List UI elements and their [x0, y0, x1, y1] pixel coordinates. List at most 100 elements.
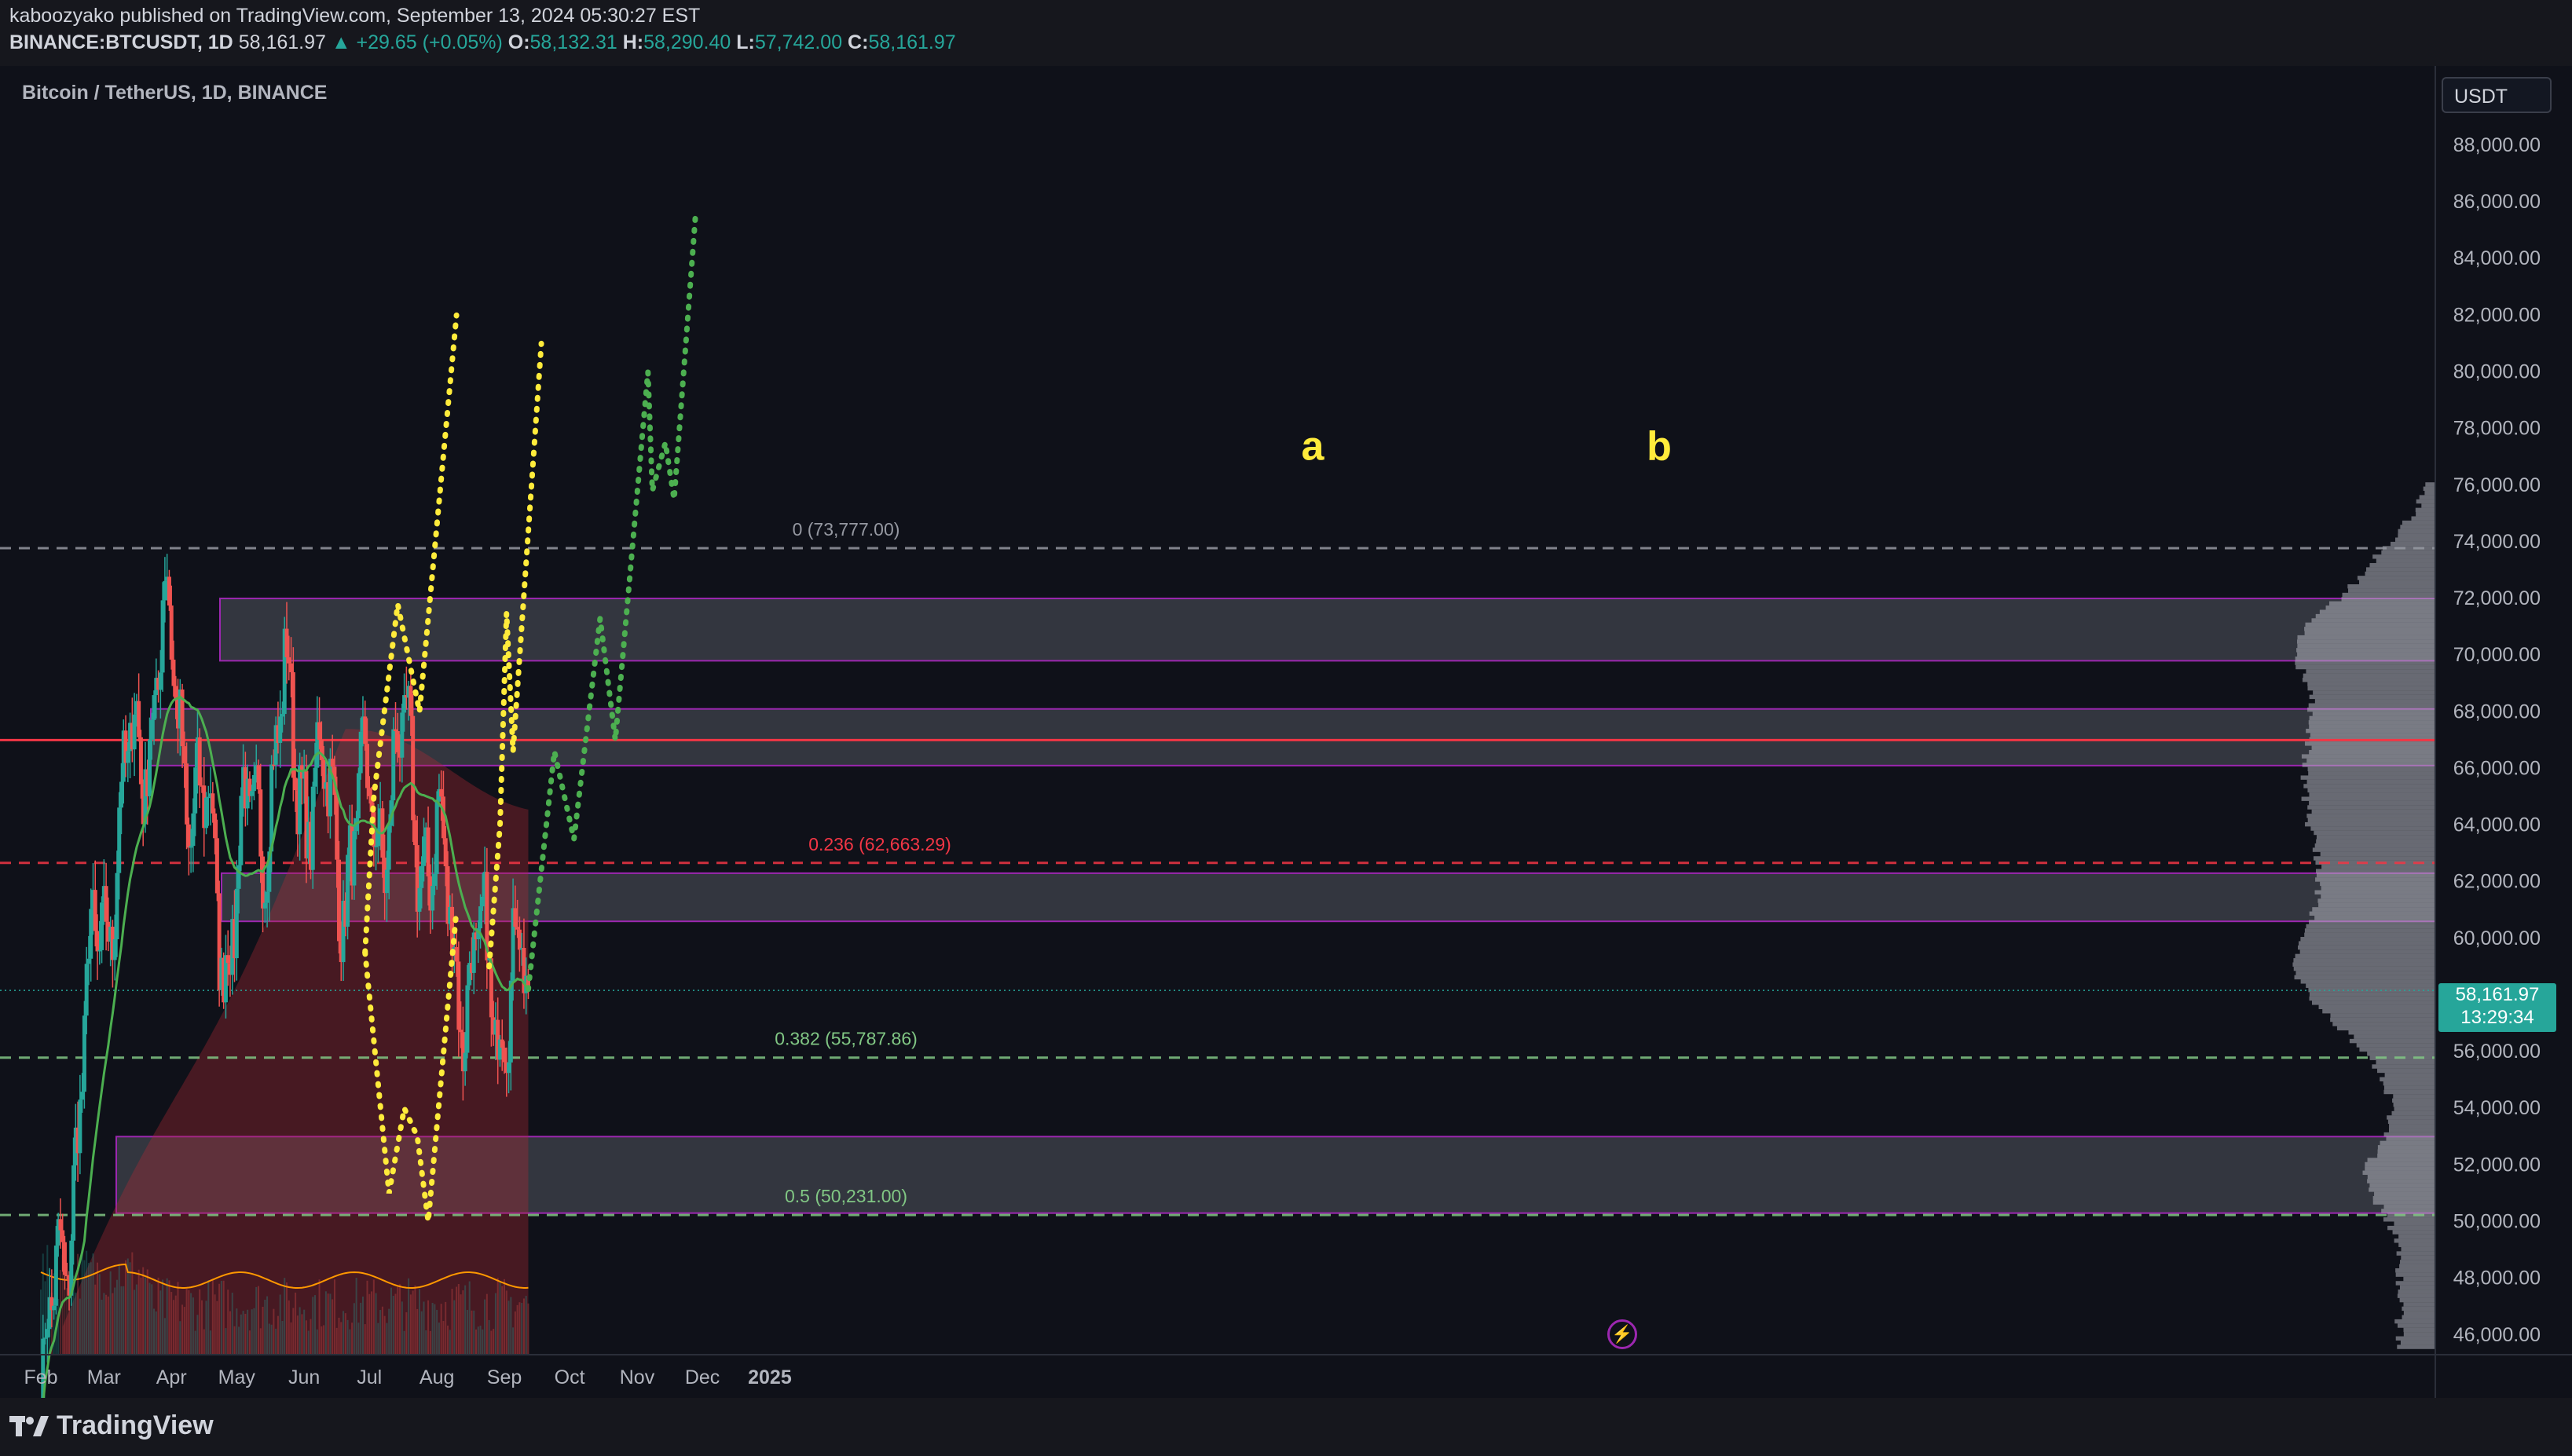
candle-body — [400, 712, 405, 758]
volume-bar — [323, 1325, 325, 1355]
volume-profile-bar — [2321, 886, 2435, 891]
volume-profile-bar — [2367, 1179, 2435, 1183]
price-tick-label: 66,000.00 — [2453, 757, 2541, 779]
candle-body — [256, 765, 261, 790]
candle-body — [89, 909, 93, 959]
candle-body — [391, 729, 396, 801]
last-price: 58,161.97 — [238, 31, 326, 53]
volume-bar — [496, 1278, 499, 1355]
volume-profile-bar — [2320, 851, 2435, 857]
volume-bar — [107, 1296, 109, 1355]
volume-bar — [196, 1315, 199, 1355]
fib-level-label: 0.382 (55,787.86) — [775, 1029, 918, 1049]
volume-profile-bar — [2403, 1311, 2435, 1315]
candle-body — [409, 686, 413, 716]
volume-profile-bar — [2367, 1158, 2435, 1162]
volume-bar — [329, 1293, 332, 1355]
volume-bar — [386, 1322, 388, 1355]
volume-profile-bar — [2394, 1221, 2435, 1226]
volume-bar — [321, 1326, 323, 1355]
candle-body — [358, 731, 363, 774]
price-tick-label: 52,000.00 — [2453, 1154, 2541, 1176]
volume-profile-bar — [2402, 1306, 2435, 1311]
volume-profile-bar — [2401, 1255, 2435, 1260]
volume-bar — [507, 1301, 510, 1355]
candle-body — [82, 1015, 86, 1092]
volume-profile-bar — [2311, 1001, 2435, 1005]
price-tick-label: 48,000.00 — [2453, 1268, 2541, 1290]
last-price-tag: 58,161.97 13:29:34 — [2438, 983, 2556, 1032]
fib-level-label: 0 (73,777.00) — [793, 519, 900, 540]
volume-profile-bar — [2416, 499, 2435, 504]
candle-body — [515, 927, 520, 930]
tradingview-logo[interactable]: TradingView — [9, 1410, 214, 1441]
volume-profile-bar — [2309, 920, 2435, 924]
candle-body — [508, 980, 513, 1063]
price-chart[interactable]: 0 (73,777.00) 0.236 (62,663.29) 0.382 (55,… — [0, 66, 2572, 1398]
candle-body — [402, 695, 407, 713]
candle-body — [384, 869, 389, 894]
time-tick-label: Mar — [87, 1366, 121, 1388]
volume-bar — [236, 1308, 238, 1355]
price-tick-label: 46,000.00 — [2453, 1324, 2541, 1346]
candle-body — [158, 672, 163, 690]
volume-bar — [79, 1298, 81, 1355]
candle-body — [84, 964, 89, 1016]
volume-profile-bar — [2372, 1196, 2435, 1201]
volume-profile-bar — [2403, 1332, 2435, 1337]
volume-profile-bar — [2377, 1145, 2435, 1150]
volume-profile-bar — [2296, 639, 2435, 644]
tradingview-logo-icon — [9, 1415, 49, 1436]
volume-bar — [101, 1299, 103, 1355]
lightning-icon[interactable]: ⚡ — [1607, 1319, 1637, 1349]
volume-profile-bar — [2307, 682, 2435, 686]
volume-bar — [372, 1279, 375, 1355]
candle-body — [463, 1052, 467, 1072]
candle-body — [189, 846, 193, 848]
volume-bar — [355, 1278, 357, 1355]
candle-body — [387, 825, 391, 870]
open-label: O: — [507, 31, 530, 53]
volume-bar — [218, 1283, 221, 1355]
volume-bar — [190, 1293, 192, 1355]
volume-bar — [131, 1252, 134, 1355]
volume-profile-bar — [2347, 584, 2435, 589]
volume-bar — [295, 1292, 297, 1355]
volume-bar — [137, 1269, 140, 1355]
volume-profile-bar — [2383, 1217, 2435, 1222]
candle-body — [60, 1230, 65, 1242]
fib-level-label: 0.236 (62,663.29) — [808, 834, 951, 854]
volume-bar — [231, 1293, 233, 1355]
candle-body — [95, 931, 100, 952]
chart-header: kaboozyako published on TradingView.com,… — [0, 0, 2572, 66]
volume-bar — [314, 1295, 317, 1355]
volume-profile-bar — [2314, 915, 2435, 920]
volume-bar — [214, 1294, 216, 1355]
volume-profile-bar — [2397, 1293, 2435, 1298]
price-tick-label: 84,000.00 — [2453, 247, 2541, 269]
volume-bar — [211, 1279, 214, 1355]
volume-bar — [401, 1301, 403, 1355]
candle-body — [185, 763, 189, 825]
volume-bar — [504, 1279, 506, 1355]
volume-bar — [296, 1315, 299, 1355]
volume-profile-bar — [2306, 669, 2435, 674]
candle-body — [517, 929, 522, 950]
candle-body — [182, 746, 187, 764]
volume-profile-bar — [2306, 728, 2435, 733]
volume-profile-bar — [2369, 1187, 2435, 1192]
volume-profile-bar — [2395, 1281, 2435, 1286]
volume-bar — [103, 1293, 105, 1355]
volume-profile-bar — [2309, 715, 2435, 721]
volume-bar — [210, 1330, 212, 1355]
volume-profile-bar — [2395, 537, 2435, 542]
volume-profile-bar — [2416, 512, 2435, 517]
volume-profile-bar — [2330, 1013, 2435, 1018]
candle-body — [126, 751, 130, 763]
volume-profile-bar — [2314, 890, 2435, 894]
volume-bar — [134, 1290, 136, 1355]
currency-button[interactable]: USDT — [2442, 77, 2552, 113]
time-tick-label: Aug — [420, 1366, 454, 1388]
volume-bar — [338, 1317, 340, 1355]
volume-bar — [273, 1308, 275, 1355]
